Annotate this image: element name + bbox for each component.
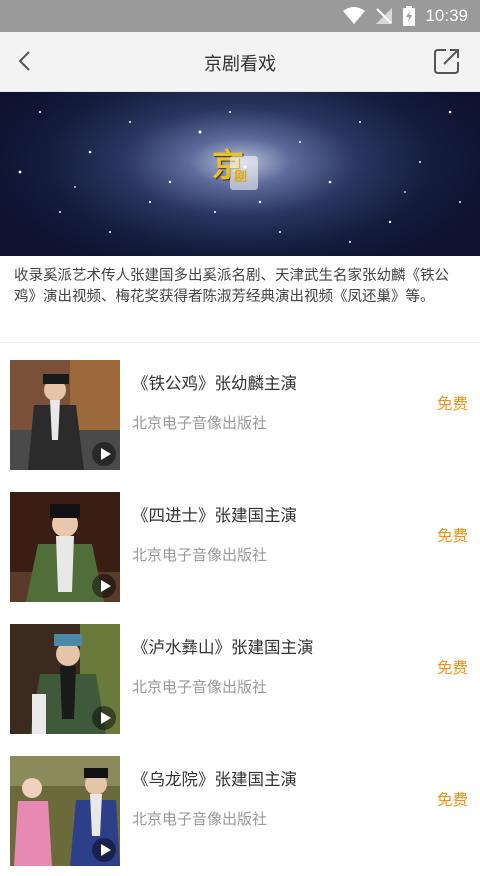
play-button[interactable]: [92, 574, 116, 598]
item-publisher: 北京电子音像出版社: [132, 810, 268, 828]
thumbnail: [10, 756, 120, 866]
divider: [0, 342, 480, 343]
item-price: 免费: [436, 527, 468, 545]
item-publisher: 北京电子音像出版社: [132, 414, 268, 432]
thumbnail: [10, 492, 120, 602]
description: 收录奚派艺术传人张建国多出奚派名剧、天津武生名家张幼麟《铁公鸡》演出视频、梅花奖…: [14, 268, 449, 305]
list-item[interactable]: 《四进士》张建国主演 北京电子音像出版社 免费: [0, 492, 480, 612]
item-publisher: 北京电子音像出版社: [132, 678, 268, 696]
status-icons: 10:39: [343, 0, 468, 32]
wifi-icon: [343, 7, 366, 24]
nav-bar: 京剧看戏: [0, 32, 480, 92]
play-button[interactable]: [92, 442, 116, 466]
list-item[interactable]: 《铁公鸡》张幼麟主演 北京电子音像出版社 免费: [0, 360, 480, 480]
play-button[interactable]: [92, 838, 116, 862]
share-external-icon: [434, 49, 459, 74]
share-button[interactable]: [432, 46, 462, 76]
signal-icon: [376, 8, 393, 24]
logo-char-ju: 剧: [234, 170, 248, 185]
status-time: 10:39: [425, 6, 468, 25]
item-title: 《四进士》张建国主演: [132, 506, 297, 525]
list-item[interactable]: 《泸水彝山》张建国主演 北京电子音像出版社 免费: [0, 624, 480, 744]
item-title: 《泸水彝山》张建国主演: [132, 638, 314, 657]
item-price: 免费: [436, 395, 468, 413]
item-title: 《铁公鸡》张幼麟主演: [132, 374, 297, 393]
opera-logo: 京 剧: [208, 138, 268, 194]
item-publisher: 北京电子音像出版社: [132, 546, 268, 564]
page-title: 京剧看戏: [204, 54, 276, 75]
thumbnail: [10, 360, 120, 470]
play-button[interactable]: [92, 706, 116, 730]
status-bar: 10:39: [0, 0, 480, 32]
thumbnail: [10, 624, 120, 734]
item-title: 《乌龙院》张建国主演: [132, 770, 297, 789]
banner-image: 京 剧: [0, 92, 480, 256]
battery-icon: [403, 6, 416, 26]
item-price: 免费: [436, 791, 468, 809]
list-item[interactable]: 《乌龙院》张建国主演 北京电子音像出版社 免费: [0, 756, 480, 876]
item-price: 免费: [436, 659, 468, 677]
